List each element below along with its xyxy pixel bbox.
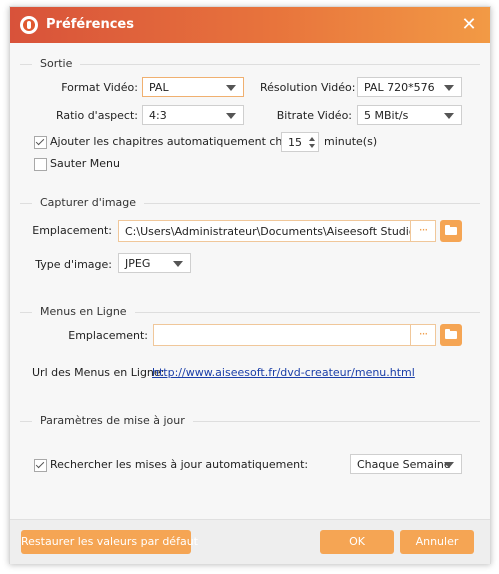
dialog-title: Préférences [46, 17, 134, 32]
chevron-down-icon [444, 113, 454, 119]
ratio-aspect-label: Ratio d'aspect: [55, 109, 138, 122]
section-maj-heading: Paramètres de mise à jour [32, 414, 193, 427]
ratio-aspect-value: 4:3 [149, 109, 167, 122]
menus-emplacement-label: Emplacement: [68, 329, 148, 342]
section-menus-heading: Menus en Ligne [32, 305, 135, 318]
bitrate-video-label: Bitrate Vidéo: [276, 109, 352, 122]
app-logo-icon [20, 16, 38, 34]
spin-down-icon[interactable] [309, 144, 315, 148]
chevron-down-icon [173, 261, 183, 267]
auto-update-label: Rechercher les mises à jour automatiquem… [50, 458, 309, 471]
resolution-video-select[interactable]: PAL 720*576 [357, 77, 462, 97]
cancel-button[interactable]: Annuler [400, 530, 474, 554]
menus-folder-button[interactable] [440, 324, 462, 346]
section-sortie-heading: Sortie [32, 57, 81, 70]
update-frequency-value: Chaque Semaine [357, 458, 451, 471]
update-frequency-select[interactable]: Chaque Semaine [350, 454, 462, 474]
chapitres-checkbox[interactable] [34, 136, 47, 149]
capture-folder-button[interactable] [440, 220, 462, 242]
restore-defaults-button[interactable]: Restaurer les valeurs par défaut [21, 530, 198, 554]
title-bar: Préférences ✕ [10, 7, 490, 43]
ratio-aspect-select[interactable]: 4:3 [142, 105, 244, 125]
section-menus: Menus en Ligne [10, 305, 490, 319]
format-video-select[interactable]: PAL [142, 77, 244, 97]
chevron-down-icon [444, 462, 454, 468]
capture-emplacement-value: C:\Users\Administrateur\Documents\Aisees… [125, 225, 436, 238]
ok-button[interactable]: OK [320, 530, 394, 554]
dialog-footer: Restaurer les valeurs par défaut OK Annu… [10, 519, 490, 564]
section-capture: Capturer d'image [10, 196, 490, 210]
type-image-label: Type d'image: [35, 258, 112, 271]
type-image-select[interactable]: JPEG [118, 253, 191, 273]
folder-icon [445, 329, 457, 339]
chapitres-unit-label: minute(s) [324, 135, 378, 148]
section-maj: Paramètres de mise à jour [10, 414, 490, 428]
bitrate-video-select[interactable]: 5 MBit/s [357, 105, 462, 125]
section-capture-heading: Capturer d'image [32, 196, 145, 209]
spin-up-icon[interactable] [309, 137, 315, 141]
chapitres-value: 15 [288, 136, 302, 149]
url-menus-link[interactable]: http://www.aiseesoft.fr/dvd-createur/men… [152, 366, 415, 379]
section-sortie: Sortie [10, 57, 490, 71]
chevron-down-icon [444, 85, 454, 91]
close-icon[interactable]: ✕ [458, 14, 480, 36]
format-video-label: Format Vidéo: [61, 81, 138, 94]
format-video-value: PAL [149, 81, 169, 94]
menus-emplacement-field[interactable]: ··· [153, 324, 436, 346]
url-menus-label: Url des Menus en Ligne: [32, 366, 165, 379]
auto-update-checkbox[interactable] [34, 459, 47, 472]
chapitres-stepper[interactable]: 15 [281, 132, 319, 152]
browse-dots-button[interactable]: ··· [410, 221, 435, 241]
preferences-dialog: Préférences ✕ Sortie Format Vidéo: PAL R… [9, 6, 491, 564]
capture-emplacement-label: Emplacement: [32, 224, 112, 237]
resolution-video-label: Résolution Vidéo: [260, 81, 356, 94]
chapitres-label: Ajouter les chapitres automatiquement ch… [50, 135, 310, 148]
type-image-value: JPEG [125, 257, 151, 270]
capture-emplacement-field[interactable]: C:\Users\Administrateur\Documents\Aisees… [118, 220, 436, 242]
divider [20, 64, 480, 65]
browse-dots-button[interactable]: ··· [410, 325, 435, 345]
sauter-menu-checkbox[interactable] [34, 158, 47, 171]
chevron-down-icon [226, 113, 236, 119]
bitrate-video-value: 5 MBit/s [364, 109, 409, 122]
chevron-down-icon [226, 85, 236, 91]
sauter-menu-label: Sauter Menu [50, 157, 120, 170]
folder-icon [445, 225, 457, 235]
resolution-video-value: PAL 720*576 [364, 81, 435, 94]
